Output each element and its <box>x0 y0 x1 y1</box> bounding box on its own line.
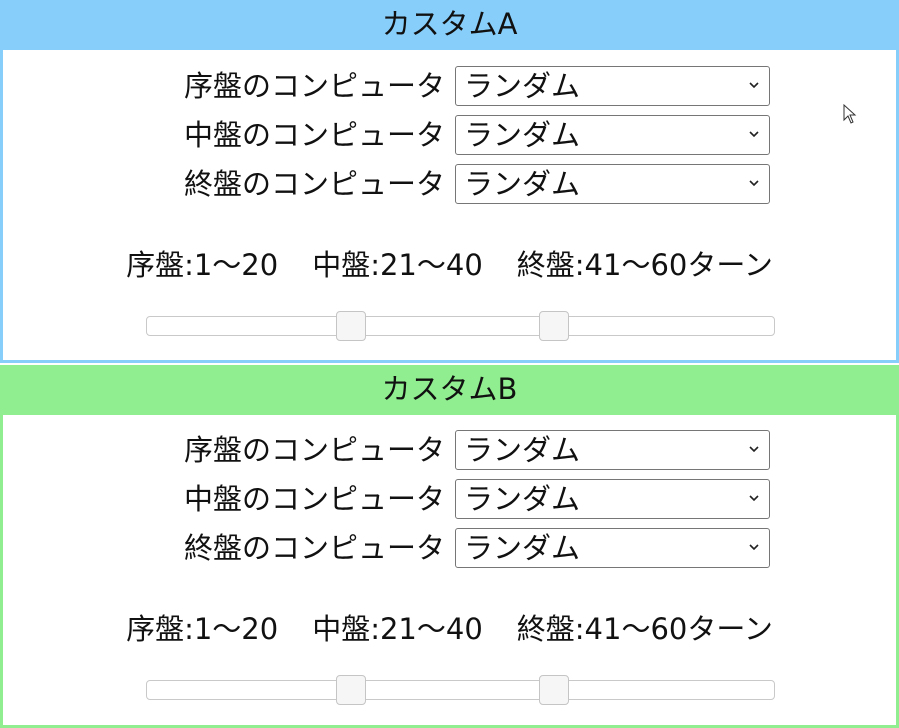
custom-b-late-label: 終盤のコンピュータ <box>183 531 445 565</box>
custom-a-late-label: 終盤のコンピュータ <box>183 167 445 201</box>
custom-b-early-label: 序盤のコンピュータ <box>183 433 445 467</box>
custom-b-late-range: 終盤:41～60ターン <box>516 612 773 646</box>
custom-b-title: カスタムB <box>0 365 899 415</box>
custom-a-turn-ranges: 序盤:1～20 中盤:21～40 終盤:41～60ターン <box>3 242 896 284</box>
custom-b-panel: カスタムB 序盤のコンピュータ ランダム 中盤のコンピュータ ランダム 終盤のコ… <box>0 365 899 728</box>
custom-b-slider-handle-2[interactable] <box>539 675 569 705</box>
custom-b-late-row: 終盤のコンピュータ ランダム <box>3 527 896 569</box>
custom-a-late-row: 終盤のコンピュータ ランダム <box>3 163 896 205</box>
custom-a-title: カスタムA <box>0 0 899 50</box>
custom-a-slider-handle-2[interactable] <box>539 311 569 341</box>
custom-b-turn-ranges: 序盤:1～20 中盤:21～40 終盤:41～60ターン <box>3 606 896 648</box>
mouse-pointer-icon <box>843 104 857 124</box>
custom-a-early-select[interactable]: ランダム <box>455 66 770 106</box>
custom-a-early-range: 序盤:1～20 <box>126 248 279 282</box>
chevron-down-icon <box>749 446 759 453</box>
custom-b-range-slider[interactable] <box>146 675 775 705</box>
custom-b-early-select[interactable]: ランダム <box>455 430 770 470</box>
custom-b-early-value: ランダム <box>464 433 581 467</box>
custom-b-late-select[interactable]: ランダム <box>455 528 770 568</box>
custom-a-late-range: 終盤:41～60ターン <box>516 248 773 282</box>
chevron-down-icon <box>749 180 759 187</box>
chevron-down-icon <box>749 131 759 138</box>
custom-b-mid-value: ランダム <box>464 482 581 516</box>
custom-b-slider-handle-1[interactable] <box>336 675 366 705</box>
chevron-down-icon <box>749 495 759 502</box>
custom-a-mid-range: 中盤:21～40 <box>312 248 483 282</box>
custom-a-late-select[interactable]: ランダム <box>455 164 770 204</box>
custom-b-mid-row: 中盤のコンピュータ ランダム <box>3 478 896 520</box>
custom-a-early-label: 序盤のコンピュータ <box>183 69 445 103</box>
custom-a-mid-value: ランダム <box>464 118 581 152</box>
custom-b-mid-select[interactable]: ランダム <box>455 479 770 519</box>
custom-a-late-value: ランダム <box>464 167 581 201</box>
chevron-down-icon <box>749 82 759 89</box>
custom-b-early-row: 序盤のコンピュータ ランダム <box>3 429 896 471</box>
custom-a-early-value: ランダム <box>464 69 581 103</box>
custom-a-slider-handle-1[interactable] <box>336 311 366 341</box>
chevron-down-icon <box>749 544 759 551</box>
custom-b-late-value: ランダム <box>464 531 581 565</box>
custom-a-mid-row: 中盤のコンピュータ ランダム <box>3 114 896 156</box>
custom-b-mid-label: 中盤のコンピュータ <box>183 482 445 516</box>
custom-a-mid-label: 中盤のコンピュータ <box>183 118 445 152</box>
custom-a-range-slider[interactable] <box>146 311 775 341</box>
custom-a-panel: カスタムA 序盤のコンピュータ ランダム 中盤のコンピュータ ランダム 終盤のコ… <box>0 0 899 363</box>
custom-a-mid-select[interactable]: ランダム <box>455 115 770 155</box>
custom-a-early-row: 序盤のコンピュータ ランダム <box>3 65 896 107</box>
custom-b-mid-range: 中盤:21～40 <box>312 612 483 646</box>
custom-b-early-range: 序盤:1～20 <box>126 612 279 646</box>
